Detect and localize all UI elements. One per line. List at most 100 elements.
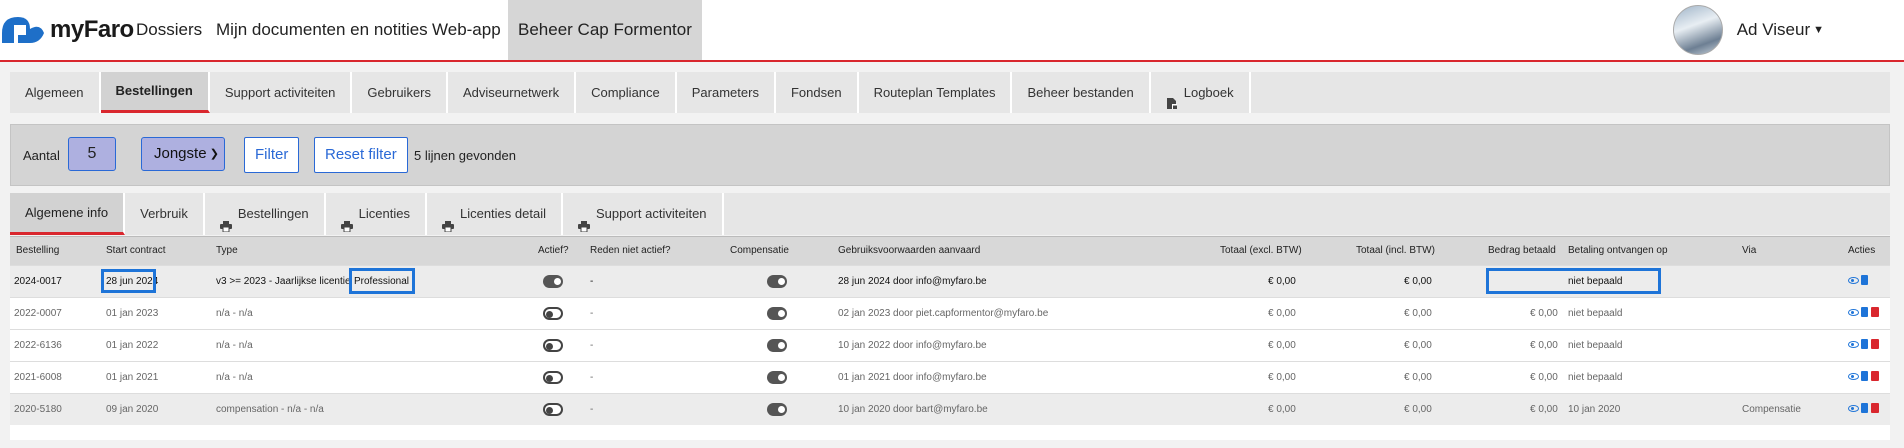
tab-bestellingen[interactable]: Bestellingen [100, 72, 210, 113]
top-navbar: myFaro Dossiers Mijn documenten en notit… [0, 0, 1904, 62]
nav-web-app[interactable]: Web-app [432, 0, 501, 60]
reset-filter-button[interactable]: Reset filter [314, 137, 408, 173]
compensatie-toggle[interactable] [767, 275, 787, 288]
tab-support-activiteiten[interactable]: Support activiteiten [210, 72, 353, 113]
eye-icon[interactable] [1848, 277, 1859, 284]
tab-parameters[interactable]: Parameters [677, 72, 776, 113]
cell-voorwaarden: 01 jan 2021 door info@myfaro.be [838, 372, 987, 383]
result-count: 5 lijnen gevonden [414, 148, 516, 163]
file-lock-icon [1166, 87, 1178, 109]
tab-bestellingen-print[interactable]: Bestellingen [205, 193, 326, 235]
actief-toggle[interactable] [543, 307, 563, 320]
print-icon [577, 209, 590, 232]
tab-licenties-detail-label: Licenties detail [459, 206, 546, 221]
cell-reden: - [590, 276, 594, 287]
trash-icon[interactable] [1871, 307, 1879, 317]
cell-bestelling: 2024-0017 [14, 276, 62, 287]
logo-text: myFaro [50, 16, 134, 43]
compensatie-toggle[interactable] [767, 403, 787, 416]
filter-button[interactable]: Filter [244, 137, 300, 173]
myfaro-logo[interactable]: myFaro [0, 12, 134, 48]
col-type: Type [216, 245, 238, 256]
cell-type: n/a - n/a [216, 308, 253, 319]
cell-start-contract: 09 jan 2020 [106, 404, 159, 415]
actief-toggle[interactable] [543, 339, 563, 352]
cell-totaal-incl: € 0,00 [1404, 372, 1432, 383]
col-totaal-excl: Totaal (excl. BTW) [1220, 245, 1302, 256]
cell-betaling-ontvangen: 10 jan 2020 [1568, 404, 1621, 415]
actief-toggle[interactable] [543, 275, 563, 288]
nav-dossiers[interactable]: Dossiers [136, 0, 202, 60]
cell-voorwaarden: 10 jan 2022 door info@myfaro.be [838, 340, 987, 351]
user-name: Ad Viseur [1736, 20, 1811, 39]
cell-reden: - [590, 404, 594, 415]
tab-fondsen[interactable]: Fondsen [776, 72, 859, 113]
start-contract-highlight [101, 269, 156, 293]
col-bestelling: Bestelling [16, 245, 60, 256]
document-icon[interactable] [1861, 371, 1868, 381]
tab-bestellingen-label: Bestellingen [237, 206, 309, 221]
tab-gebruikers[interactable]: Gebruikers [352, 72, 448, 113]
cell-bestelling: 2021-6008 [14, 372, 62, 383]
table-row: 2022-0007 01 jan 2023 n/a - n/a - 02 jan… [10, 297, 1890, 329]
cell-totaal-incl: € 0,00 [1404, 276, 1432, 287]
tab-compliance[interactable]: Compliance [576, 72, 677, 113]
tab-licenties[interactable]: Licenties [326, 193, 427, 235]
sort-select-value: Jongste [154, 145, 207, 162]
row-actions [1848, 339, 1879, 349]
eye-icon[interactable] [1848, 373, 1859, 380]
document-icon[interactable] [1861, 275, 1868, 285]
col-via: Via [1742, 245, 1757, 256]
tab-adviseurnetwerk[interactable]: Adviseurnetwerk [448, 72, 577, 113]
sort-select[interactable]: Jongste ❯ [141, 137, 225, 171]
table-row: 2024-0017 28 jun 2024 v3 >= 2023 - Jaarl… [10, 265, 1890, 297]
cell-reden: - [590, 308, 594, 319]
tab-logboek-label: Logboek [1183, 84, 1234, 100]
col-acties: Acties [1848, 245, 1876, 256]
tab-logboek[interactable]: Logboek [1151, 72, 1251, 113]
tab-routeplan-templates[interactable]: Routeplan Templates [859, 72, 1013, 113]
print-icon [219, 209, 232, 232]
row-actions [1848, 371, 1879, 381]
document-icon[interactable] [1861, 339, 1868, 349]
row-actions [1848, 275, 1868, 285]
nav-beheer-cap-formentor[interactable]: Beheer Cap Formentor [508, 0, 702, 60]
tab-algemene-info[interactable]: Algemene info [10, 193, 126, 235]
aantal-label: Aantal [23, 148, 60, 163]
aantal-input[interactable]: 5 [68, 137, 116, 171]
cell-totaal-excl: € 0,00 [1268, 404, 1296, 415]
tab-algemeen[interactable]: Algemeen [10, 72, 101, 113]
tab-licenties-detail[interactable]: Licenties detail [427, 193, 563, 235]
trash-icon[interactable] [1871, 403, 1879, 413]
actief-toggle[interactable] [543, 403, 563, 416]
cell-voorwaarden: 28 jun 2024 door info@myfaro.be [838, 276, 987, 287]
nav-mijn-documenten[interactable]: Mijn documenten en notities [216, 0, 428, 60]
document-icon[interactable] [1861, 307, 1868, 317]
trash-icon[interactable] [1871, 339, 1879, 349]
tab-verbruik[interactable]: Verbruik [125, 193, 205, 235]
eye-icon[interactable] [1848, 309, 1859, 316]
row-actions [1848, 307, 1879, 317]
cell-totaal-excl: € 0,00 [1268, 372, 1296, 383]
row-actions [1848, 403, 1879, 413]
cell-totaal-excl: € 0,00 [1268, 308, 1296, 319]
eye-icon[interactable] [1848, 405, 1859, 412]
tab-support-activiteiten-print[interactable]: Support activiteiten [563, 193, 724, 235]
col-bedrag-betaald: Bedrag betaald [1488, 245, 1556, 256]
tab-beheer-bestanden[interactable]: Beheer bestanden [1012, 72, 1151, 113]
eye-icon[interactable] [1848, 341, 1859, 348]
type-extra-highlight [349, 268, 415, 294]
trash-icon[interactable] [1871, 371, 1879, 381]
cell-betaling-ontvangen: niet bepaald [1568, 308, 1623, 319]
col-reden: Reden niet actief? [590, 245, 671, 256]
compensatie-toggle[interactable] [767, 307, 787, 320]
user-menu[interactable]: Ad Viseur ▼ [1672, 5, 1904, 55]
document-icon[interactable] [1861, 403, 1868, 413]
compensatie-toggle[interactable] [767, 371, 787, 384]
cell-type: n/a - n/a [216, 372, 253, 383]
cell-betaling-ontvangen: niet bepaald [1568, 372, 1623, 383]
compensatie-toggle[interactable] [767, 339, 787, 352]
actief-toggle[interactable] [543, 371, 563, 384]
cell-via: Compensatie [1742, 404, 1801, 415]
table-header: Bestelling Start contract Type Actief? R… [10, 236, 1890, 265]
